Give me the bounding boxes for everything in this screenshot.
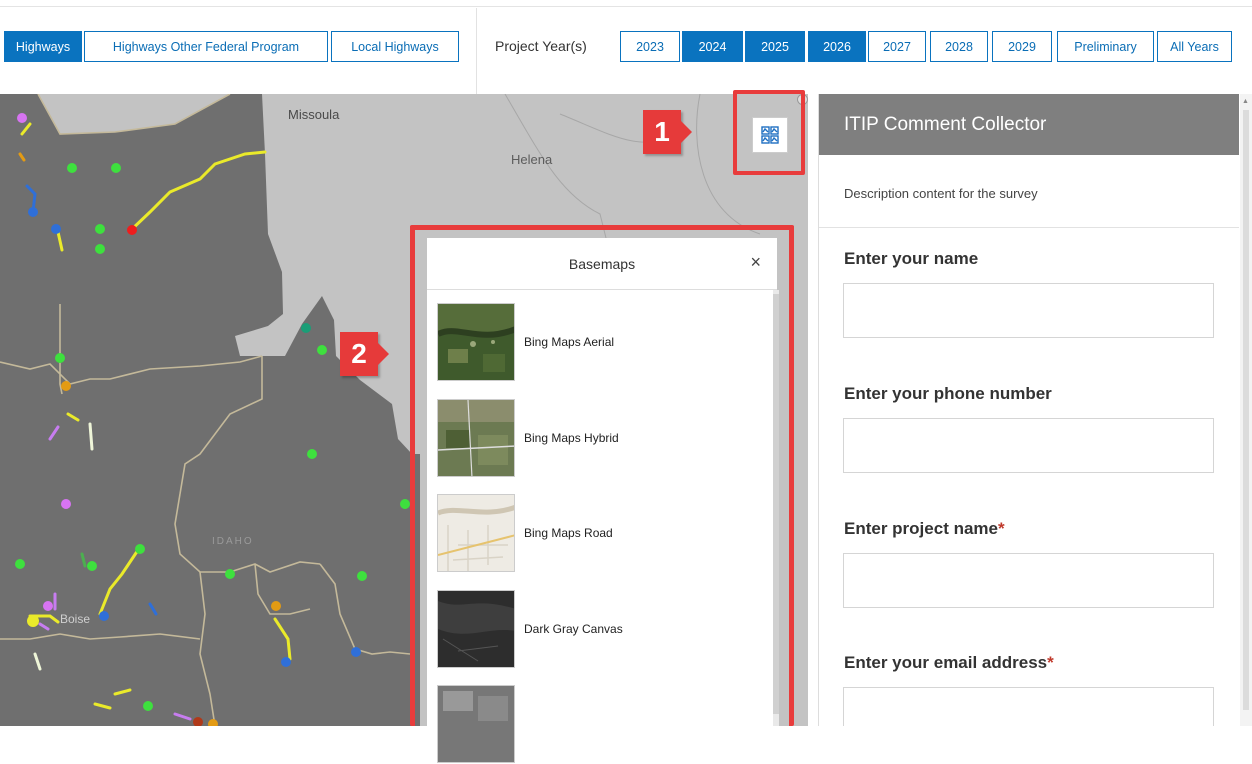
survey-panel-scrollbar[interactable]: ▲ xyxy=(1240,94,1252,726)
survey-title: ITIP Comment Collector xyxy=(819,94,1239,155)
callout-badge-2: 2 xyxy=(340,332,389,376)
field-label-name: Enter your name xyxy=(844,249,978,269)
program-button-highways-other-federal[interactable]: Highways Other Federal Program xyxy=(84,31,328,62)
project-name-input[interactable] xyxy=(843,553,1214,608)
year-button-2027[interactable]: 2027 xyxy=(868,31,926,62)
year-button-2024[interactable]: 2024 xyxy=(682,31,743,62)
email-input[interactable] xyxy=(843,687,1214,726)
required-marker: * xyxy=(1047,653,1054,672)
scrollbar-thumb[interactable] xyxy=(1243,110,1249,710)
survey-description: Description content for the survey xyxy=(844,186,1038,201)
survey-divider xyxy=(819,227,1239,228)
year-button-2023[interactable]: 2023 xyxy=(620,31,680,62)
name-input[interactable] xyxy=(843,283,1214,338)
year-button-all-years[interactable]: All Years xyxy=(1157,31,1232,62)
field-label-text: Enter project name xyxy=(844,519,998,538)
program-button-highways[interactable]: Highways xyxy=(4,31,82,62)
phone-input[interactable] xyxy=(843,418,1214,473)
field-label-text: Enter your phone number xyxy=(844,384,1052,403)
map-label-boise: Boise xyxy=(60,612,91,626)
survey-panel: ITIP Comment Collector Description conte… xyxy=(818,94,1239,726)
callout-highlight-1 xyxy=(733,90,805,175)
top-filter-bar: Highways Highways Other Federal Program … xyxy=(0,0,1252,94)
year-button-2029[interactable]: 2029 xyxy=(992,31,1052,62)
year-button-2028[interactable]: 2028 xyxy=(930,31,988,62)
field-label-text: Enter your name xyxy=(844,249,979,268)
field-label-email: Enter your email address* xyxy=(844,653,1054,673)
map-label-helena: Helena xyxy=(511,152,553,167)
filter-separator xyxy=(476,8,477,94)
year-button-2025[interactable]: 2025 xyxy=(745,31,805,62)
scroll-up-icon[interactable]: ▲ xyxy=(1242,98,1249,105)
map-label-idaho: IDAHO xyxy=(212,536,254,547)
callout-badge-1: 1 xyxy=(643,110,692,154)
year-button-2026[interactable]: 2026 xyxy=(808,31,866,62)
project-year-label: Project Year(s) xyxy=(495,38,587,54)
year-button-preliminary[interactable]: Preliminary xyxy=(1057,31,1154,62)
top-divider xyxy=(0,6,1252,7)
map-label-missoula: Missoula xyxy=(288,107,340,122)
program-button-local-highways[interactable]: Local Highways xyxy=(331,31,459,62)
field-label-phone: Enter your phone number xyxy=(844,384,1052,404)
callout-highlight-2 xyxy=(410,225,794,726)
field-label-text: Enter your email address xyxy=(844,653,1048,672)
field-label-project-name: Enter project name* xyxy=(844,519,1005,539)
required-marker: * xyxy=(998,519,1005,538)
